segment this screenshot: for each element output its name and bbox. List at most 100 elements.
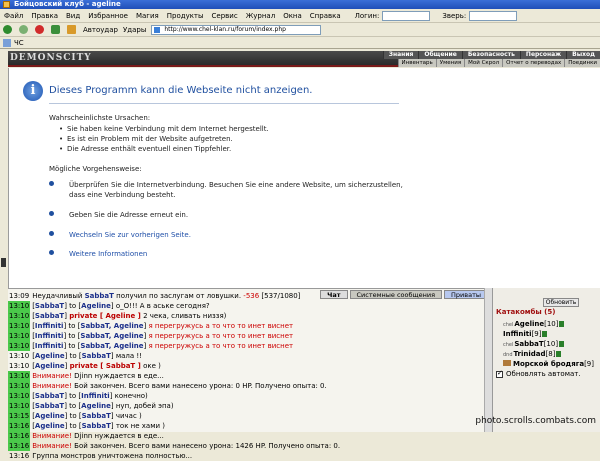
tab-privates[interactable]: Приваты (444, 290, 488, 299)
chat-nick[interactable]: Inffiniti (81, 392, 110, 400)
chat-nick[interactable]: SabbaT (82, 352, 111, 360)
chat-text: Внимание! (32, 372, 72, 380)
nav-security[interactable]: Безопасность (461, 51, 520, 59)
nav-exit[interactable]: Выход (566, 51, 600, 59)
chat-timestamp[interactable]: 13:09 (8, 291, 30, 301)
player-name[interactable]: Trinidad (514, 350, 546, 358)
chat-nick[interactable]: SabbaT (82, 422, 111, 430)
chat-nick[interactable]: Ageline (35, 412, 65, 420)
chat-nick[interactable]: Ageline (35, 362, 65, 370)
chat-timestamp[interactable]: 13:10 (8, 311, 31, 321)
info-icon[interactable] (556, 351, 562, 357)
nav-communication[interactable]: Общение (418, 51, 462, 59)
menu-windows[interactable]: Окна (283, 12, 302, 20)
player-name[interactable]: Ageline (514, 320, 544, 328)
menu-file[interactable]: Файл (4, 12, 23, 20)
chat-text: Djinn нуждается в еде... (71, 372, 164, 380)
chat-timestamp[interactable]: 13:15 (8, 411, 31, 421)
menu-magic[interactable]: Магия (136, 12, 159, 20)
chat-nick[interactable]: SabbaT, Ageline (80, 322, 143, 330)
tab-system-messages[interactable]: Системные сообщения (349, 290, 443, 299)
login-input[interactable] (382, 10, 431, 21)
player-item[interactable]: Inffiniti[9] (503, 329, 594, 339)
subnav-transfers[interactable]: Отчет о переводах (502, 59, 565, 67)
chat-nick[interactable]: Inffiniti (35, 332, 64, 340)
player-item[interactable]: Морской бродяга[9] (503, 359, 594, 369)
info-icon[interactable] (559, 321, 565, 327)
player-name[interactable]: SabbaT (514, 340, 543, 348)
chat-text: 2 чека, сливать низзя) (140, 312, 227, 320)
chat-timestamp[interactable]: 13:10 (8, 361, 30, 371)
chat-nick[interactable]: Ageline (81, 302, 111, 310)
chat-timestamp[interactable]: 13:10 (8, 391, 31, 401)
chat-timestamp[interactable]: 13:16 (8, 431, 31, 441)
menu-journal[interactable]: Журнал (246, 12, 275, 20)
player-item[interactable]: chelSabbaT[10] (503, 339, 594, 349)
back-button[interactable] (3, 25, 14, 34)
address-bar[interactable]: http://www.chel-klan.ru/forum/index.php (151, 24, 322, 35)
chat-text: private [ Ageline ] (69, 312, 141, 320)
tab-chs[interactable]: ЧС (14, 39, 24, 47)
chat-nick[interactable]: SabbaT, Ageline (80, 332, 143, 340)
chat-nick[interactable]: SabbaT (82, 412, 111, 420)
chat-nick[interactable]: SabbaT (35, 312, 64, 320)
chat-nick[interactable]: Inffiniti (35, 342, 64, 350)
subnav-inventory[interactable]: Инвентарь (397, 59, 436, 67)
autopilot-button[interactable]: Автоудар (83, 26, 118, 34)
menu-products[interactable]: Продукты (167, 12, 204, 20)
tab-chat[interactable]: Чат (320, 290, 348, 299)
chat-timestamp[interactable]: 13:10 (8, 401, 31, 411)
info-icon[interactable] (542, 331, 548, 337)
beast-input[interactable] (469, 10, 518, 21)
auto-refresh-toggle[interactable]: Обновлять автомат. (496, 369, 581, 378)
menu-edit[interactable]: Правка (31, 12, 58, 20)
player-item[interactable]: chelAgeline[10] (503, 319, 594, 329)
stop-button[interactable] (35, 25, 46, 34)
menu-favorites[interactable]: Избранное (88, 12, 128, 20)
chat-nick[interactable]: Ageline (35, 352, 65, 360)
chat-timestamp[interactable]: 13:10 (8, 351, 30, 361)
home-button[interactable] (67, 25, 78, 34)
player-level: [9] (531, 330, 542, 338)
subnav-fights[interactable]: Поединки (564, 59, 600, 67)
refresh-page-button[interactable] (51, 25, 62, 34)
forward-button[interactable] (19, 25, 30, 34)
menu-help[interactable]: Справка (310, 12, 341, 20)
chat-nick[interactable]: SabbaT (35, 302, 64, 310)
frame-splitter-handle[interactable] (1, 258, 6, 267)
subnav-my-scroll[interactable]: Мой Скрол (464, 59, 503, 67)
chat-nick[interactable]: SabbaT (35, 402, 64, 410)
watermark: photo.scrolls.combats.com (475, 416, 596, 426)
chat-timestamp[interactable]: 13:10 (8, 301, 31, 311)
nav-knowledge[interactable]: Знания (382, 51, 419, 59)
chat-nick[interactable]: Ageline (81, 402, 111, 410)
chat-text: Неудачливый (32, 292, 85, 300)
chat-timestamp[interactable]: 13:16 (8, 451, 30, 461)
player-name[interactable]: Морской бродяга (513, 360, 584, 368)
auto-refresh-checkbox[interactable] (496, 369, 503, 378)
chat-nick[interactable]: Ageline (35, 422, 65, 430)
refresh-button[interactable]: Обновить (543, 298, 579, 307)
chat-nick[interactable]: SabbaT (85, 292, 114, 300)
chat-timestamp[interactable]: 13:10 (8, 331, 31, 341)
strikes-button[interactable]: Удары (123, 26, 146, 34)
nav-character[interactable]: Персонаж (519, 51, 567, 59)
menu-view[interactable]: Вид (66, 12, 80, 20)
chat-timestamp[interactable]: 13:16 (8, 441, 31, 451)
chat-timestamp[interactable]: 13:10 (8, 381, 31, 391)
chat-text: ] to [ (64, 402, 82, 410)
chat-timestamp[interactable]: 13:10 (8, 341, 31, 351)
player-name[interactable]: Inffiniti (503, 330, 532, 338)
chat-line: 13:10 [Ageline] to [SabbaT] мала !! (8, 351, 484, 361)
chat-nick[interactable]: SabbaT (35, 392, 64, 400)
menu-service[interactable]: Сервис (212, 12, 238, 20)
subnav-skills[interactable]: Умения (435, 59, 465, 67)
chat-timestamp[interactable]: 13:10 (8, 371, 31, 381)
info-icon[interactable] (559, 341, 565, 347)
player-item[interactable]: dndTrinidad[8] (503, 349, 594, 359)
chat-timestamp[interactable]: 13:16 (8, 421, 31, 431)
chat-nick[interactable]: SabbaT, Ageline (80, 342, 143, 350)
chat-nick[interactable]: Inffiniti (35, 322, 64, 330)
chat-scrollbar[interactable] (484, 288, 492, 432)
chat-timestamp[interactable]: 13:10 (8, 321, 31, 331)
